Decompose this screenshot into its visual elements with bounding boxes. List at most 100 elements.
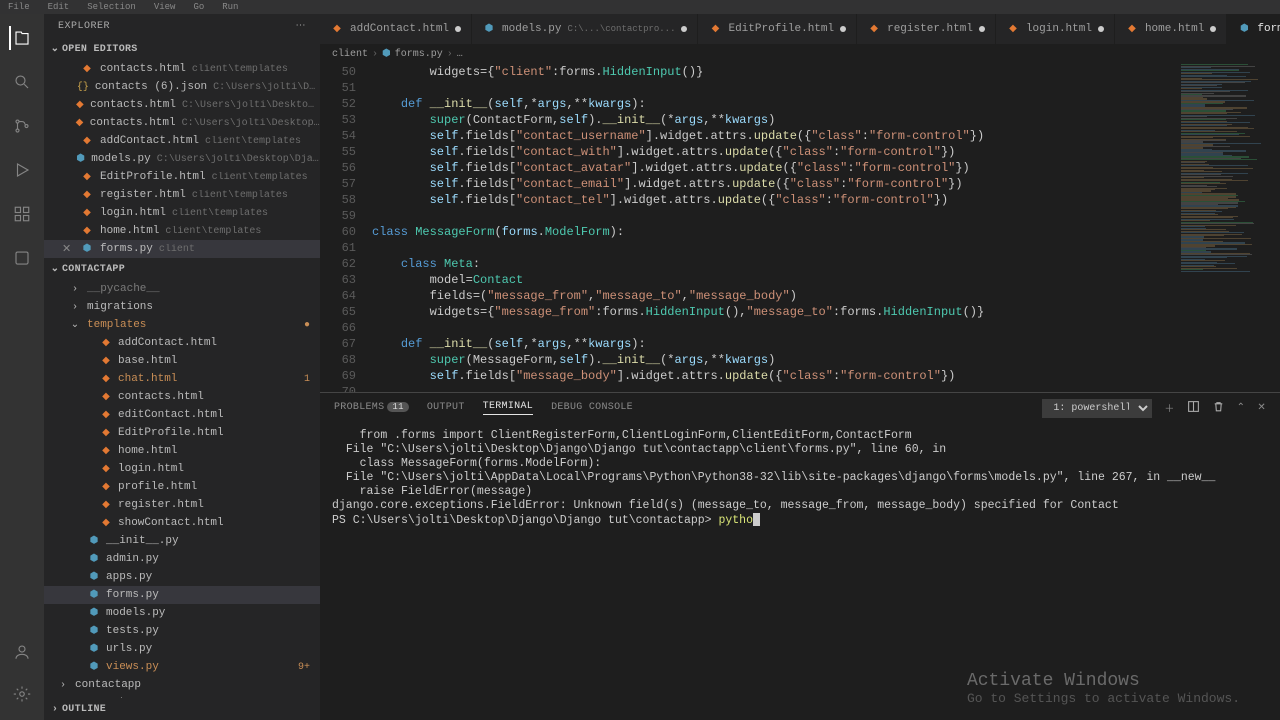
tree-item[interactable]: ◆showContact.html	[44, 514, 320, 532]
split-terminal-icon[interactable]	[1187, 400, 1200, 417]
editor-tab[interactable]: ⬢models.pyC:\...\contactpro...	[472, 14, 698, 44]
tree-item[interactable]: ⬢ urls.py	[44, 640, 320, 658]
file-name: models.py	[91, 153, 150, 165]
file-icon: ◆	[330, 22, 344, 36]
menu-edit[interactable]: Edit	[48, 2, 70, 12]
tree-item[interactable]: ⬢models.py	[44, 604, 320, 622]
tree-item[interactable]: ›contactapp	[44, 676, 320, 694]
editor-tab[interactable]: ◆register.html	[857, 14, 996, 44]
file-icon: ⬢	[87, 534, 101, 548]
tree-item[interactable]: ⬢views.py9+	[44, 658, 320, 676]
minimap[interactable]	[1176, 64, 1280, 392]
file-name: contacts.html	[90, 99, 176, 111]
explorer-icon[interactable]	[9, 26, 33, 50]
open-editor-item[interactable]: {}contacts (6).jsonC:\Users\jolti\Downlo…	[44, 78, 320, 96]
breadcrumb[interactable]: client› ⬢forms.py› …	[320, 44, 1280, 64]
tree-item[interactable]: ◆register.html	[44, 496, 320, 514]
extensions-icon[interactable]	[10, 202, 34, 226]
file-icon: ◆	[75, 116, 84, 130]
tree-item[interactable]: ⬢apps.py	[44, 568, 320, 586]
open-editor-item[interactable]: ⬢models.pyC:\Users\jolti\Desktop\Django\…	[44, 150, 320, 168]
sidebar: EXPLORER ⋯ ⌄OPEN EDITORS ◆contacts.htmlc…	[44, 14, 320, 720]
tree-item[interactable]: ◆EditProfile.html	[44, 424, 320, 442]
open-editor-item[interactable]: ◆contacts.htmlC:\Users\jolti\Desktop\Htm…	[44, 96, 320, 114]
search-icon[interactable]	[10, 70, 34, 94]
open-editors-section[interactable]: ⌄OPEN EDITORS	[44, 38, 320, 60]
open-editor-item[interactable]: ◆home.htmlclient\templates	[44, 222, 320, 240]
tree-item[interactable]: ◆home.html	[44, 442, 320, 460]
open-editor-item[interactable]: ◆addContact.htmlclient\templates	[44, 132, 320, 150]
open-editor-item[interactable]: ✕⬢forms.pyclient	[44, 240, 320, 258]
menu-view[interactable]: View	[154, 2, 176, 12]
editor-tab[interactable]: ◆EditProfile.html	[698, 14, 857, 44]
new-terminal-icon[interactable]: ＋	[1164, 400, 1174, 416]
file-path: C:\Users\jolti\Desktop\Django\Proje...	[182, 118, 320, 129]
terminal-tab[interactable]: TERMINAL	[483, 401, 533, 415]
terminal-shell-select[interactable]: 1: powershell	[1042, 399, 1152, 418]
file-icon: ⬢	[87, 642, 101, 656]
terminal-body[interactable]: from .forms import ClientRegisterForm,Cl…	[320, 423, 1280, 534]
file-icon: ⬢	[80, 242, 94, 256]
open-editor-item[interactable]: ◆contacts.htmlC:\Users\jolti\Desktop\Dja…	[44, 114, 320, 132]
open-editor-item[interactable]: ◆login.htmlclient\templates	[44, 204, 320, 222]
source-control-icon[interactable]	[10, 114, 34, 138]
tree-item-label: urls.py	[106, 643, 152, 655]
file-icon: ⬢	[87, 624, 101, 638]
problems-tab[interactable]: PROBLEMS11	[334, 402, 409, 415]
tree-item[interactable]: ◆login.html	[44, 460, 320, 478]
open-editor-item[interactable]: ◆register.htmlclient\templates	[44, 186, 320, 204]
file-icon: ⬢	[1237, 22, 1251, 36]
open-editor-item[interactable]: ◆EditProfile.htmlclient\templates	[44, 168, 320, 186]
file-icon: ◆	[99, 372, 113, 386]
editor-tab[interactable]: ◆login.html	[996, 14, 1115, 44]
editor-tab[interactable]: ◆home.html	[1115, 14, 1227, 44]
file-icon: ◆	[80, 134, 94, 148]
menu-selection[interactable]: Selection	[87, 2, 136, 12]
modified-dot-icon	[1098, 26, 1104, 32]
project-section[interactable]: ⌄CONTACTAPP	[44, 258, 320, 280]
menu-go[interactable]: Go	[193, 2, 204, 12]
kill-terminal-icon[interactable]	[1212, 400, 1225, 417]
tree-item[interactable]: ›__pycache__	[44, 280, 320, 298]
tree-item[interactable]: ⬢__init__.py	[44, 532, 320, 550]
debug-console-tab[interactable]: DEBUG CONSOLE	[551, 402, 633, 415]
tree-item[interactable]: ›migrations	[44, 298, 320, 316]
tree-item[interactable]: ◆base.html	[44, 352, 320, 370]
chevron-icon: ›	[68, 300, 82, 314]
file-path: client\templates	[192, 190, 288, 201]
run-debug-icon[interactable]	[10, 158, 34, 182]
file-icon: ⬢	[87, 552, 101, 566]
close-panel-icon[interactable]: ✕	[1257, 402, 1266, 414]
tree-item[interactable]: ◆addContact.html	[44, 334, 320, 352]
close-icon[interactable]: ✕	[62, 242, 74, 256]
file-name: home.html	[100, 225, 159, 237]
file-icon: ◆	[80, 224, 94, 238]
editor-tab[interactable]: ◆addContact.html	[320, 14, 472, 44]
maximize-panel-icon[interactable]: ⌃	[1237, 402, 1246, 414]
file-name: contacts.html	[100, 63, 186, 75]
more-icon[interactable]: ⋯	[296, 20, 307, 32]
file-icon: ◆	[75, 98, 84, 112]
account-icon[interactable]	[10, 640, 34, 664]
file-icon: ◆	[867, 22, 881, 36]
activity-bar	[0, 14, 44, 720]
settings-gear-icon[interactable]	[10, 682, 34, 706]
tree-item[interactable]: ⬢tests.py	[44, 622, 320, 640]
tree-item[interactable]: ⬢admin.py	[44, 550, 320, 568]
file-icon: ◆	[1006, 22, 1020, 36]
outline-section[interactable]: ›OUTLINE	[44, 698, 320, 720]
tree-item[interactable]: ◆editContact.html	[44, 406, 320, 424]
menu-file[interactable]: File	[8, 2, 30, 12]
menu-run[interactable]: Run	[222, 2, 238, 12]
tree-item[interactable]: ◆chat.html1	[44, 370, 320, 388]
code-editor[interactable]: 5051525354555657585960616263646566676869…	[320, 64, 1280, 392]
editor-tab[interactable]: ⬢forms.pyclient✕	[1227, 14, 1280, 44]
menu-bar[interactable]: File Edit Selection View Go Run	[0, 0, 1280, 14]
tree-item[interactable]: ⬢forms.py	[44, 586, 320, 604]
open-editor-item[interactable]: ◆contacts.htmlclient\templates	[44, 60, 320, 78]
tree-item[interactable]: ⌄templates●	[44, 316, 320, 334]
output-tab[interactable]: OUTPUT	[427, 402, 465, 415]
tree-item[interactable]: ◆contacts.html	[44, 388, 320, 406]
test-icon[interactable]	[10, 246, 34, 270]
tree-item[interactable]: ◆profile.html	[44, 478, 320, 496]
